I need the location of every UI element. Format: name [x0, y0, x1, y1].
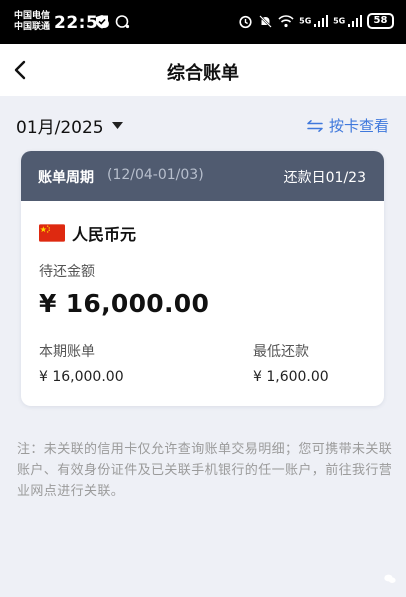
- min-payment-value: ¥ 1,600.00: [253, 369, 329, 385]
- assistant-icon: [115, 15, 130, 29]
- carrier-1: 中国电信: [14, 11, 51, 21]
- wechat-icon: [384, 574, 396, 583]
- carrier-2: 中国联通: [14, 22, 51, 32]
- view-by-card-button[interactable]: 按卡查看: [307, 115, 389, 136]
- alarm-icon: [239, 15, 252, 28]
- signal-2: 5G: [333, 15, 362, 27]
- pending-amount-value: ¥ 16,000.00: [39, 289, 210, 318]
- statement-balance-value: ¥ 16,000.00: [39, 369, 124, 385]
- billing-period-range: (12/04-01/03): [107, 167, 204, 183]
- disclaimer-note: 注：未关联的信用卡仅允许查询账单交易明细；您可携带未关联账户、有效身份证件及已关…: [17, 442, 393, 499]
- status-icons-right: 5G 5G 58: [238, 13, 394, 29]
- swap-arrows-icon: [307, 119, 323, 132]
- wifi-icon: [278, 15, 294, 28]
- min-payment-label: 最低还款: [253, 344, 309, 360]
- currency-name: 人民币元: [72, 225, 137, 244]
- shield-icon: [96, 15, 108, 29]
- month-selector[interactable]: 01月/2025: [16, 113, 123, 138]
- carrier-names: 中国电信 中国联通: [14, 11, 50, 33]
- signal-2-label: 5G: [333, 16, 346, 26]
- mute-bell-icon: [259, 14, 272, 28]
- signal-1-label: 5G: [299, 16, 312, 26]
- status-icons-left: [95, 14, 130, 29]
- watermark: [384, 574, 396, 587]
- nav-bar: 综合账单: [0, 44, 406, 96]
- status-bar: 中国电信 中国联通 22:55 5G 5G 58: [0, 0, 406, 44]
- signal-bars-icon: [314, 15, 329, 27]
- due-date: 还款日01/23: [283, 170, 366, 186]
- battery-indicator: 58: [367, 13, 394, 29]
- billing-period-label: 账单周期: [38, 170, 94, 186]
- view-by-card-label: 按卡查看: [328, 117, 389, 135]
- page-title: 综合账单: [167, 63, 239, 84]
- pending-amount-label: 待还金额: [39, 264, 95, 280]
- signal-bars-icon: [348, 15, 362, 27]
- month-selector-value: 01月/2025: [16, 118, 104, 138]
- bill-card: 账单周期 (12/04-01/03) 还款日01/23 人民币元 待还金额 ¥ …: [21, 151, 384, 406]
- signal-1: 5G: [299, 15, 329, 27]
- china-flag-icon: [39, 224, 65, 242]
- bill-card-header: 账单周期 (12/04-01/03) 还款日01/23: [21, 151, 384, 201]
- statement-balance-label: 本期账单: [39, 344, 95, 360]
- currency-row: 人民币元: [39, 221, 136, 245]
- caret-down-icon: [111, 121, 123, 129]
